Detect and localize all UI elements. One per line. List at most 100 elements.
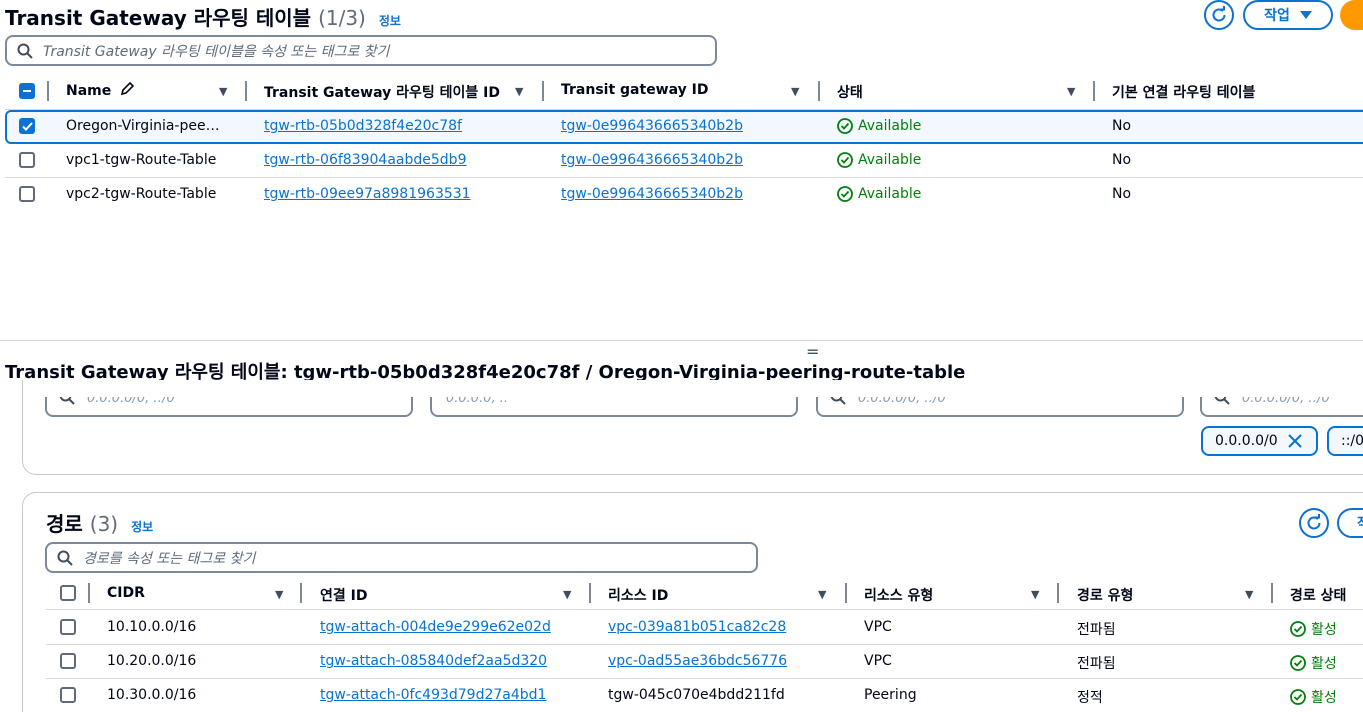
row-divider [46, 678, 1363, 679]
sort-caret-icon[interactable]: ▼ [219, 85, 227, 98]
filter-placeholder: 0.0.0.0, .. [446, 397, 509, 406]
tgw-id-link[interactable]: tgw-0e996436665340b2b [561, 186, 743, 202]
status-badge: Available [837, 186, 921, 202]
filter-placeholder: 0.0.0.0/0, ::/0 [87, 397, 175, 406]
col-header-tgw-id[interactable]: Transit gateway ID [561, 82, 708, 98]
col-header-name[interactable]: Name [66, 81, 135, 99]
col-header-default-assoc[interactable]: 기본 연결 라우팅 테이블 [1112, 82, 1255, 102]
tgw-id-link[interactable]: tgw-0e996436665340b2b [561, 152, 743, 168]
status-badge: Available [837, 118, 921, 134]
row-checkbox[interactable] [19, 118, 35, 134]
route-state-badge: 활성 [1290, 619, 1337, 639]
filter-panel [22, 380, 1363, 475]
sort-caret-icon[interactable]: ▼ [1067, 85, 1075, 98]
create-button[interactable] [1340, 0, 1363, 30]
route-row-checkbox[interactable] [60, 687, 76, 703]
col-header-attachment-id[interactable]: 연결 ID [320, 585, 367, 605]
search-icon [57, 550, 73, 566]
check-circle-icon [1290, 689, 1306, 705]
route-cidr: 10.20.0.0/16 [107, 653, 197, 669]
col-header-resource-type[interactable]: 리소스 유형 [864, 585, 933, 605]
status-text: Available [858, 118, 922, 134]
sort-caret-icon[interactable]: ▼ [515, 85, 523, 98]
routes-title: 경로 (3) 정보 [46, 508, 153, 537]
routes-panel [22, 492, 1363, 712]
attachment-id-link[interactable]: tgw-attach-0fc493d79d27a4bd1 [320, 687, 546, 703]
sort-caret-icon[interactable]: ▼ [818, 588, 826, 601]
route-type: 전파됨 [1077, 622, 1116, 638]
sort-caret-icon[interactable]: ▼ [1031, 588, 1039, 601]
destination-filter-input[interactable]: 0.0.0.0/0, ::/0 [45, 397, 413, 417]
route-row-checkbox[interactable] [60, 619, 76, 635]
close-icon[interactable] [1287, 434, 1302, 448]
attachment-id-link[interactable]: tgw-attach-004de9e299e62e02d [320, 619, 551, 635]
col-header-route-type[interactable]: 경로 유형 [1077, 585, 1133, 605]
col-header-resource-id[interactable]: 리소스 ID [608, 585, 668, 605]
filter-token[interactable]: 0.0.0.0/0 [1201, 426, 1318, 456]
sort-caret-icon[interactable]: ▼ [791, 85, 799, 98]
resource-id-text: tgw-045c070e4bdd211fd [608, 687, 785, 703]
select-all-checkbox[interactable] [19, 83, 35, 99]
routes-search-input[interactable]: 경로를 속성 또는 태그로 찾기 [45, 542, 758, 573]
search-icon [830, 397, 846, 405]
rtb-id-link[interactable]: tgw-rtb-09ee97a8981963531 [264, 186, 471, 202]
row-checkbox[interactable] [19, 186, 35, 202]
column-divider [1093, 81, 1095, 101]
routes-info-link[interactable]: 정보 [131, 520, 153, 534]
actions-button[interactable]: 작업 [1243, 0, 1333, 30]
rt-name: vpc2-tgw-Route-Table [66, 186, 217, 202]
route-row-checkbox[interactable] [60, 653, 76, 669]
cidr-filter-input[interactable]: 0.0.0.0/0, ::/0 [816, 397, 1184, 417]
refresh-button[interactable] [1204, 0, 1234, 30]
attachment-id-link[interactable]: tgw-attach-085840def2aa5d320 [320, 653, 547, 669]
tgw-id-link[interactable]: tgw-0e996436665340b2b [561, 118, 743, 134]
rtb-id-link[interactable]: tgw-rtb-05b0d328f4e20c78f [264, 118, 462, 134]
route-state-badge: 활성 [1290, 687, 1337, 707]
route-state-text: 활성 [1311, 622, 1337, 638]
resource-id-link[interactable]: vpc-039a81b051ca82c28 [608, 619, 786, 635]
search-icon [1214, 397, 1230, 405]
check-circle-icon [1290, 621, 1306, 637]
routes-count: (3) [89, 512, 119, 536]
routes-select-all-checkbox[interactable] [60, 585, 76, 601]
actions-label: 작업 [1264, 8, 1290, 24]
rt-name: vpc1-tgw-Route-Table [66, 152, 217, 168]
col-header-cidr[interactable]: CIDR [107, 585, 145, 601]
resource-type: VPC [864, 653, 892, 669]
check-icon [21, 121, 33, 131]
row-divider [5, 177, 1363, 178]
sort-caret-icon[interactable]: ▼ [1245, 588, 1253, 601]
route-state-text: 활성 [1311, 656, 1337, 672]
status-text: Available [858, 186, 922, 202]
resource-type: VPC [864, 619, 892, 635]
resource-id-link[interactable]: vpc-0ad55ae36bdc56776 [608, 653, 787, 669]
default-assoc-value: No [1112, 186, 1132, 202]
status-text: Available [858, 152, 922, 168]
rt-search-input[interactable]: Transit Gateway 라우팅 테이블을 속성 또는 태그로 찾기 [5, 35, 717, 66]
filter-placeholder: 0.0.0.0/0, ::/0 [858, 397, 946, 406]
col-header-rtb-id[interactable]: Transit Gateway 라우팅 테이블 ID [264, 82, 500, 102]
info-link[interactable]: 정보 [379, 14, 401, 28]
column-divider [88, 583, 90, 603]
refresh-icon [1212, 6, 1226, 22]
routes-actions-label: 작 [1357, 513, 1363, 533]
routes-actions-button[interactable]: 작 [1337, 508, 1363, 538]
column-divider [818, 81, 820, 101]
resource-type: Peering [864, 687, 917, 703]
ip-filter-input[interactable]: 0.0.0.0, .. [430, 397, 798, 417]
sort-caret-icon[interactable]: ▼ [275, 588, 283, 601]
routes-refresh-button[interactable] [1299, 508, 1329, 538]
filter-token[interactable]: ::/0 [1327, 426, 1363, 456]
col-header-status[interactable]: 상태 [837, 82, 863, 102]
refresh-icon [1307, 514, 1321, 530]
rtb-id-link[interactable]: tgw-rtb-06f83904aabde5db9 [264, 152, 466, 168]
exclude-filter-input[interactable]: 0.0.0.0/0, ::/0 [1200, 397, 1363, 417]
check-circle-icon [837, 118, 853, 134]
routes-title-text: 경로 [46, 512, 83, 536]
row-checkbox[interactable] [19, 152, 35, 168]
col-header-route-state[interactable]: 경로 상태 [1290, 585, 1346, 605]
route-state-badge: 활성 [1290, 653, 1337, 673]
sort-caret-icon[interactable]: ▼ [563, 588, 571, 601]
split-divider [0, 340, 1363, 341]
header-divider [46, 609, 1363, 610]
